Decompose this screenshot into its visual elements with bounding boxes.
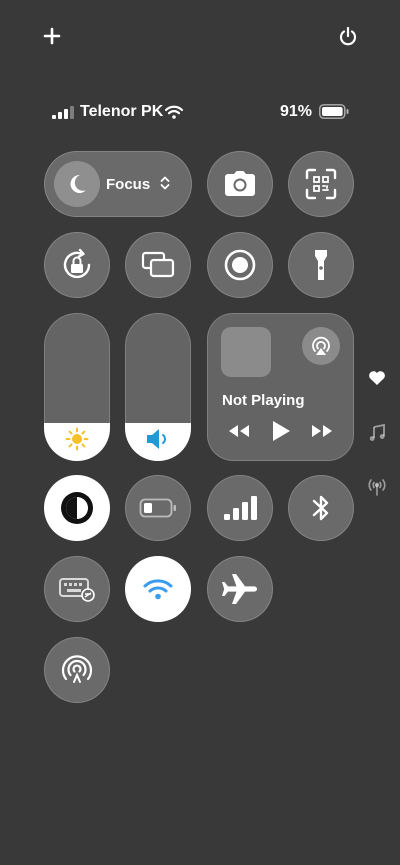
- cellular-bars-icon: [224, 496, 257, 520]
- power-icon: [339, 26, 357, 46]
- screen-mirroring-icon: [141, 251, 175, 278]
- dark-mode-icon: [61, 492, 93, 524]
- album-art-placeholder: [221, 327, 271, 377]
- heart-icon: [369, 371, 385, 385]
- fast-forward-button[interactable]: [310, 423, 334, 444]
- play-button[interactable]: [271, 420, 291, 447]
- rewind-button[interactable]: [227, 423, 251, 444]
- dark-mode-button[interactable]: [44, 475, 110, 541]
- speaker-icon: [125, 427, 191, 451]
- screen-mirroring-button[interactable]: [125, 232, 191, 298]
- brightness-slider[interactable]: [44, 313, 110, 461]
- wifi-status-icon: [164, 105, 184, 124]
- rewind-icon: [229, 425, 249, 437]
- play-icon: [273, 421, 290, 441]
- low-power-mode-button[interactable]: [125, 475, 191, 541]
- bluetooth-button[interactable]: [288, 475, 354, 541]
- airplay-audio-button[interactable]: [302, 327, 340, 365]
- carrier-name: Telenor PK: [80, 103, 164, 120]
- add-control-button[interactable]: [42, 26, 62, 46]
- now-playing-widget[interactable]: Not Playing: [207, 313, 354, 461]
- camera-button[interactable]: [207, 151, 273, 217]
- keyboard-brightness-button[interactable]: [44, 556, 110, 622]
- now-playing-title: Not Playing: [222, 392, 305, 409]
- battery-percentage: 91%: [280, 103, 313, 120]
- airplane-icon: [222, 574, 257, 604]
- sun-icon: [44, 427, 110, 451]
- connectivity-page-indicator[interactable]: [367, 478, 387, 501]
- moon-icon: [54, 161, 100, 207]
- battery-low-icon: [139, 498, 176, 518]
- plus-icon: [43, 27, 61, 45]
- music-page-indicator[interactable]: [369, 423, 385, 447]
- qr-code-icon: [305, 168, 337, 200]
- qr-scanner-button[interactable]: [288, 151, 354, 217]
- bluetooth-icon: [312, 495, 329, 521]
- airdrop-button[interactable]: [44, 637, 110, 703]
- keyboard-icon: [59, 578, 95, 602]
- fast-forward-icon: [312, 425, 332, 437]
- favorites-page-indicator[interactable]: [368, 370, 386, 391]
- airplane-mode-button[interactable]: [207, 556, 273, 622]
- wifi-icon: [143, 579, 173, 600]
- focus-toggle[interactable]: Focus: [44, 151, 192, 217]
- wifi-button[interactable]: [125, 556, 191, 622]
- focus-label: Focus: [106, 176, 151, 193]
- airplay-audio-icon: [312, 336, 330, 355]
- antenna-icon: [368, 479, 386, 496]
- volume-slider[interactable]: [125, 313, 191, 461]
- power-button[interactable]: [338, 26, 358, 48]
- screen-recording-button[interactable]: [207, 232, 273, 298]
- orientation-lock-button[interactable]: [44, 232, 110, 298]
- cellular-signal-icon: [52, 106, 74, 124]
- camera-icon: [225, 171, 255, 196]
- battery-icon: [319, 104, 349, 124]
- flashlight-button[interactable]: [288, 232, 354, 298]
- music-note-icon: [369, 423, 385, 441]
- airdrop-icon: [61, 655, 93, 683]
- chevron-updown-icon: [160, 175, 170, 196]
- rotation-lock-icon: [63, 248, 91, 279]
- record-icon: [224, 249, 256, 281]
- flashlight-icon: [315, 250, 327, 280]
- cellular-data-button[interactable]: [207, 475, 273, 541]
